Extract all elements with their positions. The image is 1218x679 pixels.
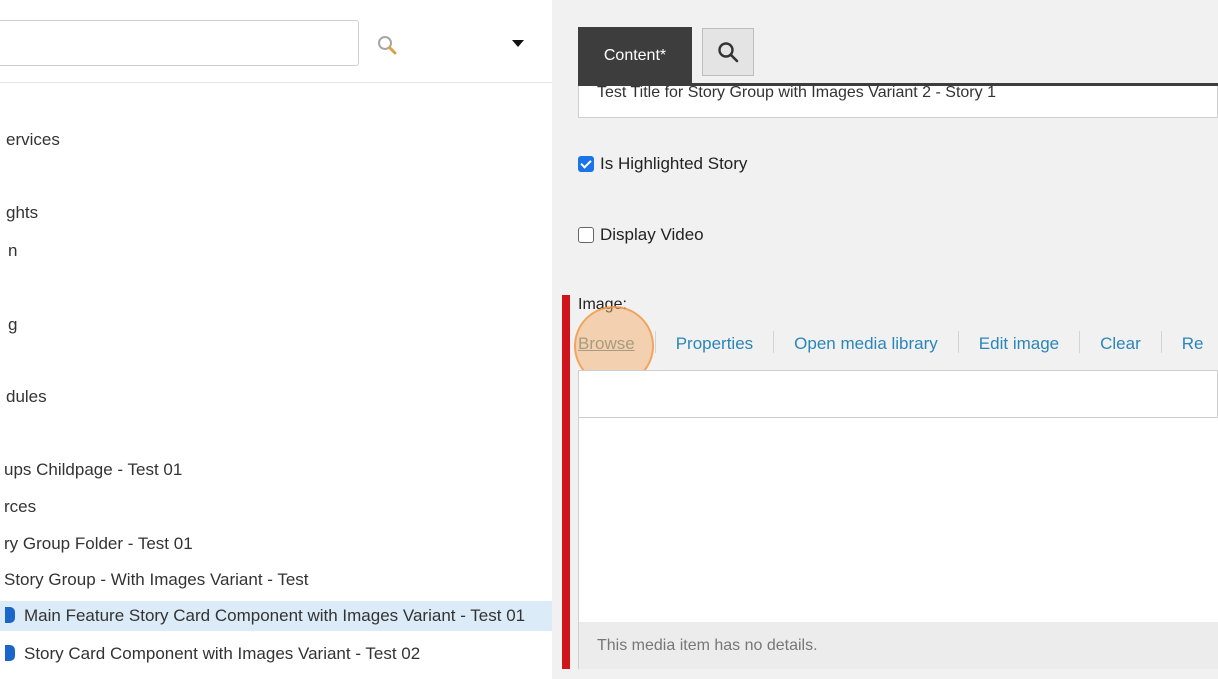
more-link[interactable]: Re <box>1182 334 1204 353</box>
divider <box>1160 331 1162 353</box>
clear-link[interactable]: Clear <box>1100 334 1141 353</box>
checkbox-unchecked-icon[interactable] <box>578 227 594 243</box>
tree-search-input[interactable] <box>0 20 359 66</box>
caret-down-icon[interactable] <box>508 34 528 52</box>
tree-item-label: g <box>8 315 18 334</box>
checkbox-label: Display Video <box>600 225 704 244</box>
media-details-footer: This media item has no details. <box>578 622 1218 669</box>
edit-image-link[interactable]: Edit image <box>979 334 1059 353</box>
divider <box>654 331 656 353</box>
checkbox-label: Is Highlighted Story <box>600 154 748 173</box>
divider <box>957 331 959 353</box>
tree-item[interactable]: ups Childpage - Test 01 <box>0 455 182 485</box>
tree-item-label: ghts <box>6 203 39 222</box>
tree-item-label: ups Childpage - Test 01 <box>4 460 183 479</box>
tree-item[interactable]: rces <box>0 492 36 522</box>
search-icon <box>718 42 739 63</box>
tree-item[interactable]: dules <box>0 382 47 412</box>
open-media-library-link[interactable]: Open media library <box>794 334 938 353</box>
divider <box>1079 331 1081 353</box>
tree-item[interactable]: ervices <box>0 125 60 155</box>
tree-item-label: n <box>8 241 18 260</box>
required-indicator <box>562 295 570 669</box>
tree-item-label: ry Group Folder - Test 01 <box>4 534 193 553</box>
tree-item-label: Story Group - With Images Variant - Test <box>4 570 309 589</box>
tree-item[interactable]: Story Group - With Images Variant - Test <box>0 565 309 595</box>
tree-item[interactable]: Story Card Component with Images Variant… <box>0 639 420 669</box>
tree-item-label: rces <box>4 497 37 516</box>
display-video-checkbox[interactable]: Display Video <box>578 223 704 247</box>
tree-item-label: Story Card Component with Images Variant… <box>24 644 421 663</box>
tree-item[interactable]: ry Group Folder - Test 01 <box>0 529 193 559</box>
document-icon <box>5 645 15 661</box>
tree-item-label: Main Feature Story Card Component with I… <box>24 606 526 625</box>
content-tree-panel: ervices ghts n g dules ups Childpage - T… <box>0 0 552 679</box>
tab-content[interactable]: Content* <box>578 27 692 83</box>
highlighted-story-checkbox[interactable]: Is Highlighted Story <box>578 152 747 176</box>
properties-link[interactable]: Properties <box>676 334 753 353</box>
image-actions: Browse Properties Open media library Edit i… <box>578 331 1203 357</box>
tree-item[interactable]: n <box>0 236 17 266</box>
search-icon[interactable] <box>376 34 400 58</box>
document-icon <box>5 607 15 623</box>
media-preview-area <box>578 418 1218 622</box>
tree-item-selected[interactable]: Main Feature Story Card Component with I… <box>0 601 552 631</box>
tab-search[interactable] <box>702 28 754 76</box>
editor-panel: Content* Test Title for Story Group with… <box>552 0 1218 679</box>
checkbox-checked-icon[interactable] <box>578 156 594 172</box>
divider <box>773 331 775 353</box>
tree-item-label: dules <box>6 387 47 406</box>
title-field[interactable]: Test Title for Story Group with Images V… <box>578 86 1218 118</box>
tree-item[interactable]: ghts <box>0 198 38 228</box>
media-selector-field[interactable] <box>578 370 1218 418</box>
tree-item-label: ervices <box>6 130 60 149</box>
divider <box>0 82 552 83</box>
tree-item[interactable]: g <box>0 310 17 340</box>
